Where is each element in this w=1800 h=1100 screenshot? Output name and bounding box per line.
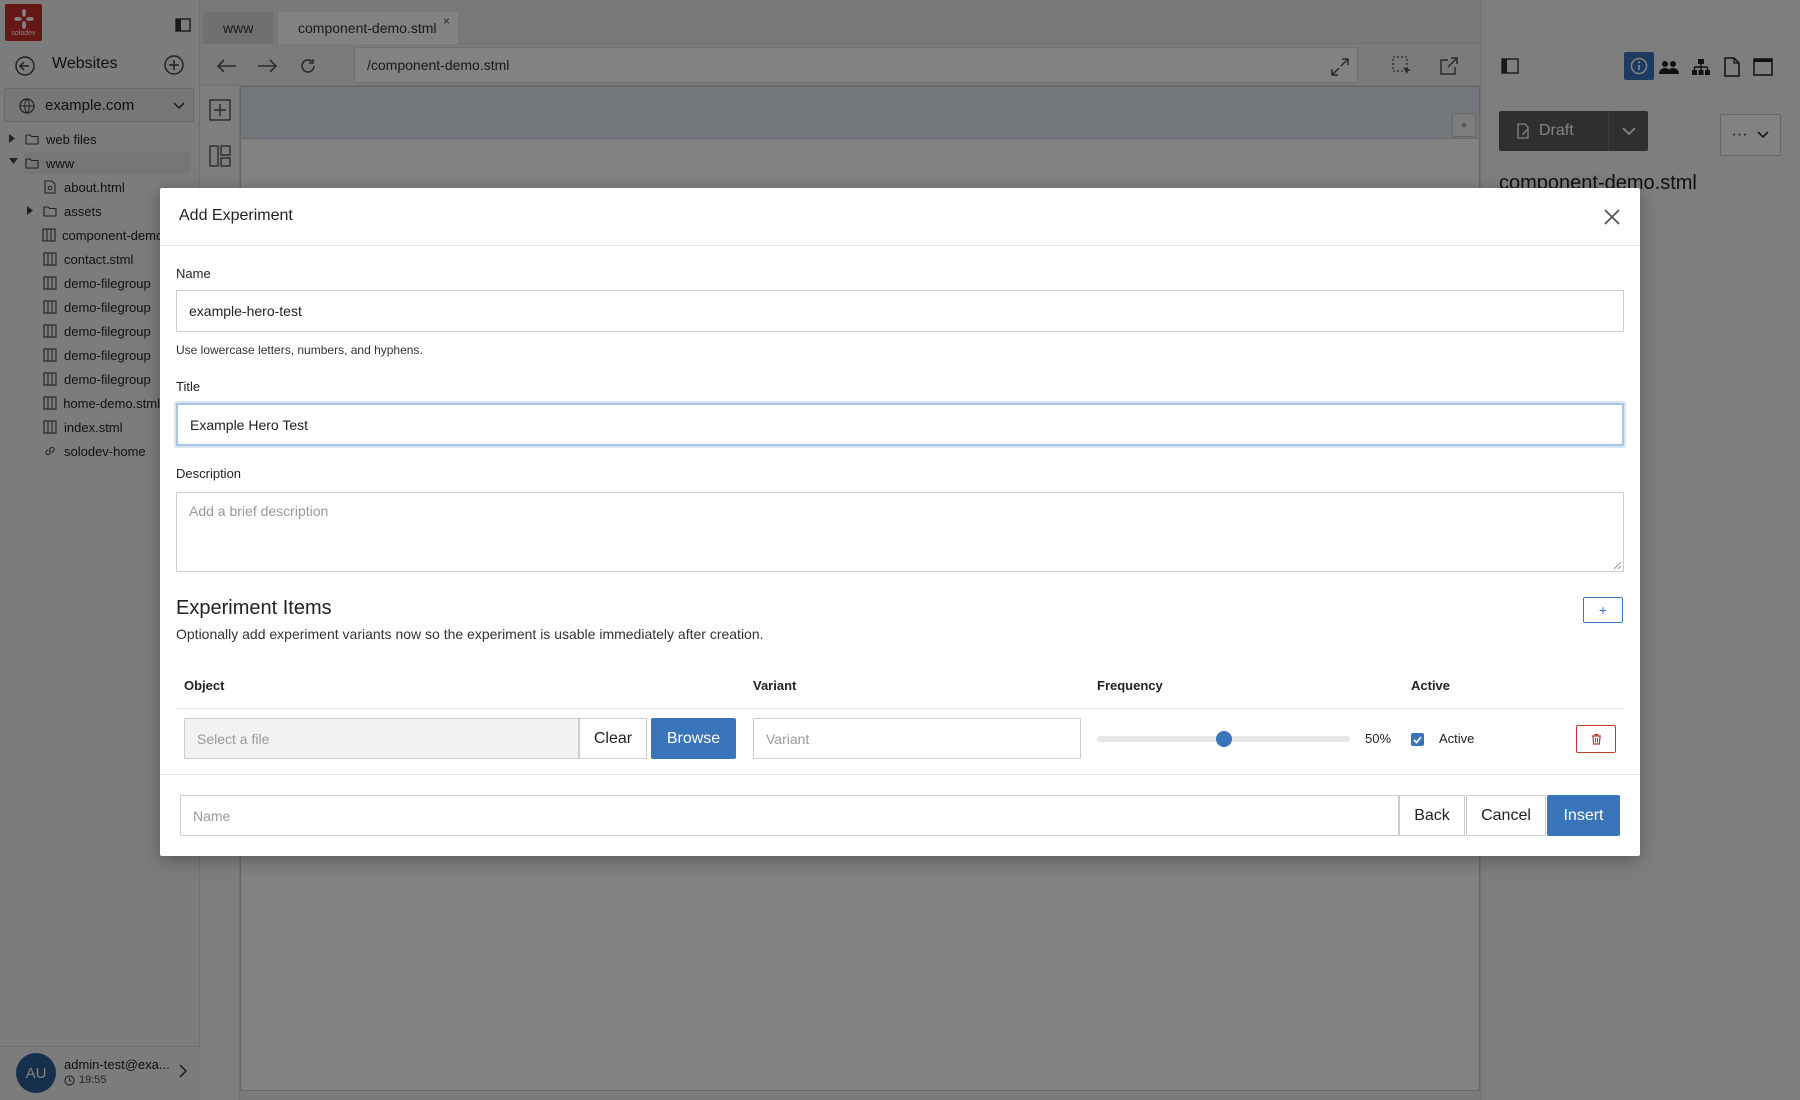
experiment-items-description: Optionally add experiment variants now s… [176, 626, 764, 642]
insert-button[interactable]: Insert [1547, 795, 1620, 836]
name-label: Name [176, 266, 211, 281]
column-header-variant: Variant [753, 678, 797, 693]
active-checkbox[interactable] [1411, 733, 1424, 746]
frequency-value: 50% [1365, 731, 1392, 746]
frequency-slider-fill [1097, 736, 1224, 742]
resize-handle-icon[interactable] [1613, 561, 1622, 570]
variant-input[interactable]: Variant [753, 718, 1081, 759]
name-hint: Use lowercase letters, numbers, and hyph… [176, 343, 423, 357]
delete-item-button[interactable] [1576, 725, 1616, 753]
modal-header [160, 188, 1640, 246]
name-input[interactable]: example-hero-test [176, 290, 1624, 332]
close-icon[interactable] [1600, 205, 1624, 229]
column-header-object: Object [184, 678, 225, 693]
object-file-input[interactable]: Select a file [184, 718, 579, 759]
column-header-frequency: Frequency [1097, 678, 1163, 693]
add-experiment-item-button[interactable]: + [1583, 597, 1623, 623]
frequency-slider-thumb[interactable] [1216, 731, 1232, 747]
title-label: Title [176, 379, 201, 394]
title-input[interactable]: Example Hero Test [176, 403, 1624, 446]
back-button[interactable]: Back [1399, 795, 1465, 836]
browse-file-button[interactable]: Browse [651, 718, 736, 759]
cancel-button[interactable]: Cancel [1466, 795, 1546, 836]
experiment-items-heading: Experiment Items [176, 597, 332, 619]
modal-footer-divider [160, 774, 1640, 775]
footer-name-input[interactable]: Name [180, 795, 1399, 836]
modal-title: Add Experiment [179, 207, 293, 224]
trash-icon [1591, 733, 1601, 745]
description-textarea[interactable]: Add a brief description [176, 492, 1624, 572]
clear-file-button[interactable]: Clear [579, 718, 647, 759]
description-label: Description [176, 466, 242, 481]
column-header-active: Active [1411, 678, 1451, 693]
checkmark-icon [1413, 735, 1422, 744]
active-checkbox-label: Active [1439, 731, 1475, 746]
table-header-divider [176, 708, 1624, 709]
